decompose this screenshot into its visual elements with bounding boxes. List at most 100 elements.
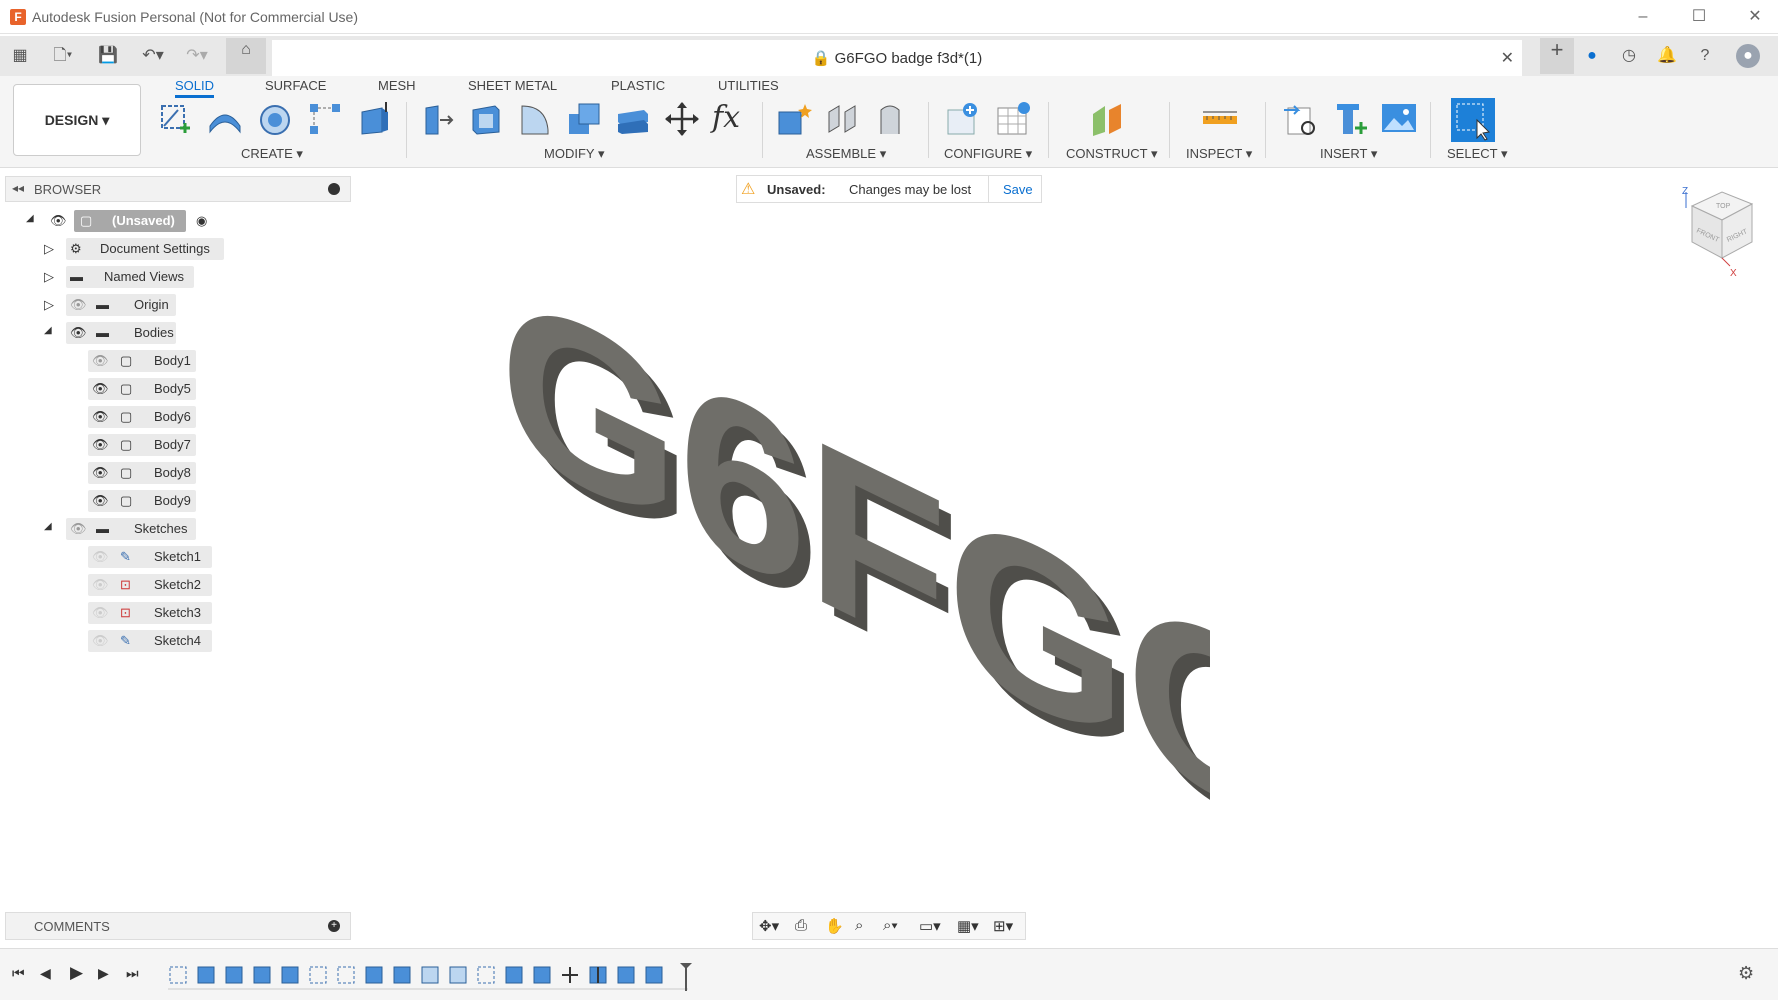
home-icon[interactable]: ⌂ (226, 38, 266, 74)
activate-radio-icon[interactable]: ◉ (196, 213, 207, 229)
collapse-panel-icon[interactable]: ◂◂ (12, 181, 24, 195)
revolve-icon[interactable] (256, 100, 294, 138)
box-icon[interactable] (356, 100, 394, 138)
insert-derive-icon[interactable] (1282, 100, 1320, 138)
collapse-arrow-icon[interactable]: ◢ (26, 213, 34, 224)
workspace-switcher[interactable]: DESIGN ▾ (13, 84, 141, 156)
extensions-icon[interactable]: ● (1580, 44, 1604, 68)
insert-mcmaster-icon[interactable] (1331, 100, 1369, 138)
viewports-icon[interactable]: ⊞▾ (993, 917, 1013, 935)
hidden-eye-icon[interactable]: 👁 (92, 633, 109, 649)
insert-menu[interactable]: INSERT ▾ (1320, 146, 1377, 162)
panel-options-icon[interactable] (328, 183, 340, 195)
tab-mesh[interactable]: MESH (378, 78, 416, 93)
grid-settings-icon[interactable]: ▦▾ (957, 917, 979, 935)
hidden-eye-icon[interactable]: 👁 (70, 297, 87, 313)
help-icon[interactable]: ? (1693, 44, 1717, 68)
tab-sheet-metal[interactable]: SHEET METAL (468, 78, 557, 93)
orbit-icon[interactable]: ✥▾ (759, 917, 779, 935)
go-to-start-icon[interactable]: ⏮ (12, 965, 25, 982)
fillet-icon[interactable] (467, 100, 505, 138)
pattern-icon[interactable] (306, 100, 344, 138)
expand-arrow-icon[interactable]: ▷ (44, 297, 54, 313)
pan-icon[interactable]: ✋ (825, 917, 844, 935)
hidden-eye-icon[interactable]: 👁 (92, 353, 109, 369)
chamfer-icon[interactable] (516, 100, 554, 138)
tree-root[interactable]: ◢ 👁 ▢ (Unsaved) ◉ (22, 210, 222, 232)
visibility-eye-icon[interactable]: 👁 (92, 409, 109, 425)
new-tab-icon[interactable]: + (1540, 38, 1574, 74)
visibility-eye-icon[interactable]: 👁 (92, 437, 109, 453)
expand-arrow-icon[interactable]: ▷ (44, 241, 54, 257)
select-icon[interactable] (1451, 98, 1495, 142)
tab-surface[interactable]: SURFACE (265, 78, 326, 93)
tree-item-bodies[interactable]: ◢ 👁 ▬ Bodies (42, 322, 232, 344)
display-settings-icon[interactable]: ▭▾ (919, 917, 941, 935)
tab-solid[interactable]: SOLID (175, 78, 215, 98)
look-at-icon[interactable]: ⎙ (795, 917, 807, 934)
create-menu[interactable]: CREATE ▾ (241, 146, 303, 162)
close-window-button[interactable]: ✕ (1740, 6, 1770, 28)
collapse-arrow-icon[interactable]: ◢ (44, 521, 52, 532)
tab-utilities[interactable]: UTILITIES (718, 78, 779, 93)
construct-menu[interactable]: CONSTRUCT ▾ (1066, 146, 1158, 162)
measure-icon[interactable] (1201, 100, 1239, 138)
expand-arrow-icon[interactable]: ▷ (44, 269, 54, 285)
combine-icon[interactable] (565, 100, 603, 138)
save-link[interactable]: Save (1003, 182, 1033, 197)
configure-menu[interactable]: CONFIGURE ▾ (944, 146, 1032, 162)
maximize-button[interactable]: ☐ (1684, 6, 1714, 28)
tree-item-body[interactable]: 👁 ▢ Body8 (88, 462, 198, 484)
tree-item-body[interactable]: 👁 ▢ Body6 (88, 406, 198, 428)
hidden-eye-icon[interactable]: 👁 (92, 549, 109, 565)
notifications-icon[interactable]: 🔔 (1655, 44, 1679, 68)
tree-item-document-settings[interactable]: ▷ ⚙ Document Settings (42, 238, 232, 260)
configure-design-icon[interactable] (944, 100, 982, 138)
file-menu-icon[interactable]: 🗋▾ (46, 44, 80, 68)
close-tab-icon[interactable]: ✕ (1501, 48, 1514, 68)
tree-item-named-views[interactable]: ▷ ▬ Named Views (42, 266, 232, 288)
redo-icon[interactable]: ↷▾ (180, 44, 214, 68)
as-built-joint-icon[interactable] (871, 100, 909, 138)
shell-icon[interactable] (614, 100, 652, 138)
tree-item-sketch[interactable]: 👁 ✎ Sketch1 (88, 546, 212, 568)
press-pull-icon[interactable] (418, 100, 456, 138)
view-cube[interactable]: TOP FRONT RIGHT Z X (1680, 186, 1764, 276)
hidden-eye-icon[interactable]: 👁 (70, 521, 87, 537)
hidden-eye-icon[interactable]: 👁 (92, 577, 109, 593)
tree-item-body[interactable]: 👁 ▢ Body5 (88, 378, 198, 400)
create-sketch-icon[interactable] (156, 100, 194, 138)
minimize-button[interactable]: – (1628, 6, 1658, 28)
app-grid-icon[interactable]: ▦ (8, 44, 32, 68)
tree-item-sketches[interactable]: ◢ 👁 ▬ Sketches (42, 518, 232, 540)
add-comment-icon[interactable]: + (328, 920, 340, 932)
visibility-eye-icon[interactable]: 👁 (70, 325, 87, 341)
hidden-eye-icon[interactable]: 👁 (92, 605, 109, 621)
inspect-menu[interactable]: INSPECT ▾ (1186, 146, 1252, 162)
tab-plastic[interactable]: PLASTIC (611, 78, 665, 93)
step-forward-icon[interactable]: ▶ (98, 965, 109, 982)
configuration-table-icon[interactable] (994, 100, 1032, 138)
undo-icon[interactable]: ↶▾ (136, 44, 170, 68)
save-icon[interactable]: 💾 (96, 44, 120, 68)
job-status-icon[interactable]: ◷ (1617, 44, 1641, 68)
fit-icon[interactable]: ⌕▾ (883, 917, 898, 934)
visibility-eye-icon[interactable]: 👁 (50, 213, 67, 229)
user-avatar[interactable]: ● (1736, 44, 1760, 68)
timeline-features[interactable] (168, 963, 692, 991)
extrude-form-icon[interactable] (206, 100, 244, 138)
tree-item-sketch[interactable]: 👁 ⊡ Sketch3 (88, 602, 212, 624)
parameters-icon[interactable]: fx (712, 100, 750, 138)
play-icon[interactable]: ▶ (70, 963, 83, 983)
collapse-arrow-icon[interactable]: ◢ (44, 325, 52, 336)
tree-item-body[interactable]: 👁 ▢ Body1 (88, 350, 198, 372)
insert-canvas-icon[interactable] (1380, 100, 1418, 138)
assemble-menu[interactable]: ASSEMBLE ▾ (806, 146, 886, 162)
visibility-eye-icon[interactable]: 👁 (92, 381, 109, 397)
visibility-eye-icon[interactable]: 👁 (92, 465, 109, 481)
tree-item-body[interactable]: 👁 ▢ Body9 (88, 490, 198, 512)
tree-item-origin[interactable]: ▷ 👁 ▬ Origin (42, 294, 232, 316)
tree-item-sketch[interactable]: 👁 ✎ Sketch4 (88, 630, 212, 652)
modify-menu[interactable]: MODIFY ▾ (544, 146, 604, 162)
visibility-eye-icon[interactable]: 👁 (92, 493, 109, 509)
